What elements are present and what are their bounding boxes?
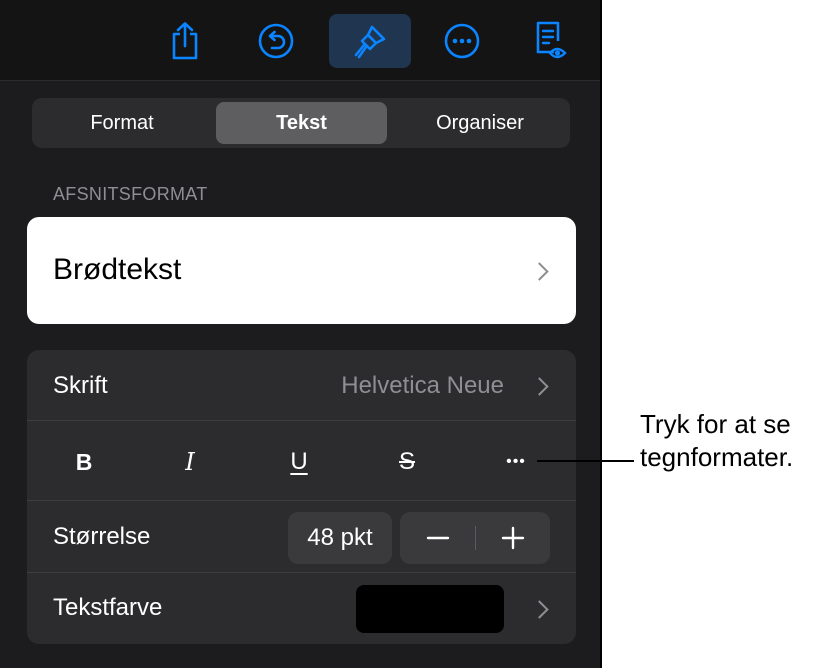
format-panel: Format Tekst Organiser AFSNITSFORMAT Brø… <box>0 0 602 668</box>
chevron-right-icon <box>530 262 549 281</box>
plus-icon <box>501 526 524 550</box>
strikethrough-button[interactable]: S <box>377 432 437 492</box>
minus-icon <box>426 536 449 540</box>
paragraph-style-button[interactable]: Brødtekst <box>27 217 576 324</box>
callout-text: Tryk for at se tegnformater. <box>640 408 793 474</box>
tab-organiser[interactable]: Organiser <box>394 102 566 144</box>
tab-bar: Format Tekst Organiser <box>32 98 570 148</box>
bold-button[interactable]: B <box>54 432 114 492</box>
callout-line-2: tegnformater. <box>640 442 794 472</box>
size-label: Størrelse <box>53 523 151 550</box>
chevron-right-icon <box>530 377 549 396</box>
tab-tekst[interactable]: Tekst <box>216 102 387 144</box>
decrease-size-button[interactable] <box>400 512 475 564</box>
paragraph-style-heading: AFSNITSFORMAT <box>53 184 208 204</box>
paragraph-style-value: Brødtekst <box>53 253 182 286</box>
toolbar <box>0 0 600 81</box>
text-color-swatch[interactable] <box>356 585 504 633</box>
more-button[interactable] <box>427 14 497 68</box>
share-icon <box>172 22 198 60</box>
divider <box>27 500 576 501</box>
callout-line-1: Tryk for at se <box>640 409 791 439</box>
undo-icon <box>258 23 294 59</box>
underline-button[interactable]: U <box>269 432 329 492</box>
paintbrush-icon <box>354 25 386 59</box>
font-value: Helvetica Neue <box>341 372 504 399</box>
text-color-label: Tekstfarve <box>53 594 163 621</box>
more-text-options-button[interactable]: ••• <box>486 432 546 492</box>
divider <box>27 572 576 573</box>
italic-button[interactable]: I <box>160 432 220 492</box>
text-options-group: Skrift Helvetica Neue B I U S ••• Større… <box>27 350 576 644</box>
size-stepper <box>400 512 550 564</box>
tab-format[interactable]: Format <box>36 102 208 144</box>
divider <box>27 420 576 421</box>
reading-view-button[interactable] <box>515 14 585 68</box>
share-button[interactable] <box>150 14 220 68</box>
reading-view-icon <box>536 21 567 59</box>
format-button[interactable] <box>329 14 411 68</box>
size-value[interactable]: 48 pkt <box>288 512 392 564</box>
callout-line <box>537 460 634 462</box>
font-row[interactable]: Skrift Helvetica Neue <box>27 350 576 420</box>
increase-size-button[interactable] <box>475 512 550 564</box>
chevron-right-icon <box>530 600 549 619</box>
more-icon <box>444 23 480 59</box>
font-label: Skrift <box>53 372 108 399</box>
undo-button[interactable] <box>241 14 311 68</box>
